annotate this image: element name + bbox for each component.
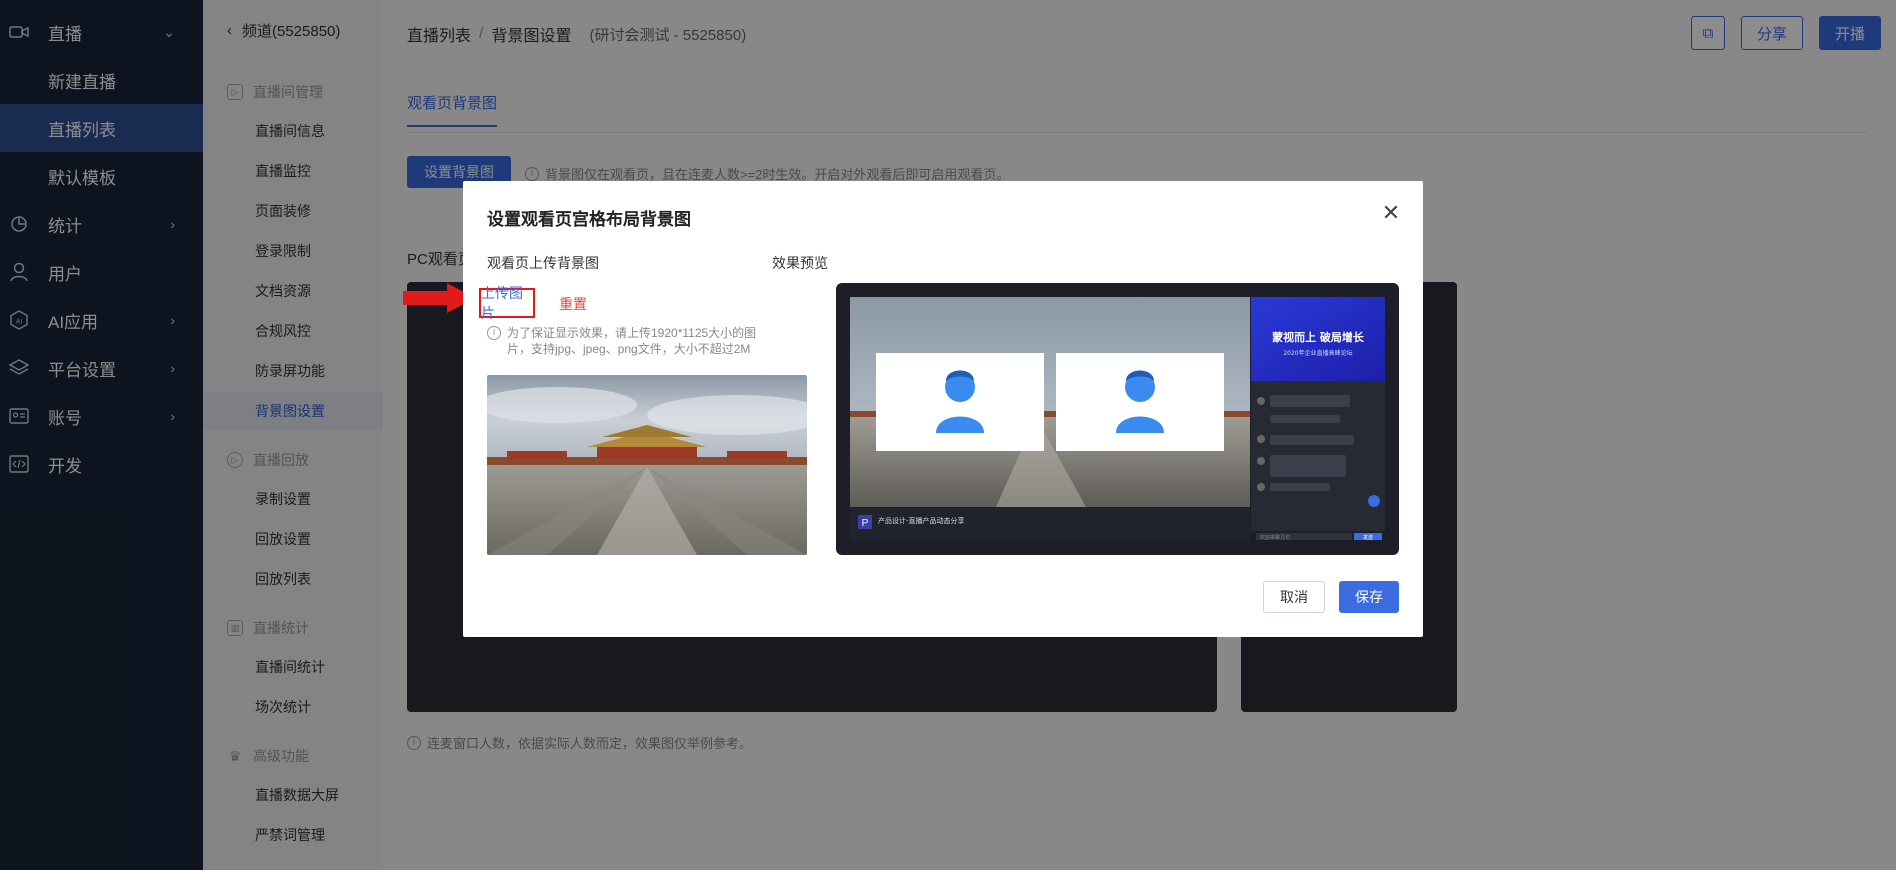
preview-banner-title: 蒙视而上 破局增长 xyxy=(1272,330,1365,344)
preview-title: 产品设计-直播产品动态分享 xyxy=(878,516,965,525)
effect-preview: P 产品设计-直播产品动态分享 蒙视而上 破局增长 2020年企业直播高峰论坛 xyxy=(836,283,1399,555)
svg-text:P: P xyxy=(862,518,869,529)
preview-chat-input: 欢迎来聊几句 xyxy=(1260,534,1290,541)
preview-banner-sub: 2020年企业直播高峰论坛 xyxy=(1283,349,1352,357)
close-icon[interactable]: ✕ xyxy=(1379,200,1403,225)
save-button[interactable]: 保存 xyxy=(1339,581,1399,613)
reset-link[interactable]: 重置 xyxy=(559,294,587,314)
upload-label: 观看页上传背景图 xyxy=(487,255,599,271)
cancel-button[interactable]: 取消 xyxy=(1263,581,1325,613)
uploaded-background-image xyxy=(487,375,807,555)
preview-label: 效果预览 xyxy=(772,255,828,271)
upload-hint: i 为了保证显示效果，请上传1920*1125大小的图片，支持jpg、jpeg、… xyxy=(487,325,757,357)
modal-title: 设置观看页宫格布局背景图 xyxy=(487,210,691,229)
upload-image-link[interactable]: 上传图片 xyxy=(479,285,535,321)
info-icon: i xyxy=(487,326,501,340)
preview-send: 发送 xyxy=(1363,534,1373,541)
background-settings-modal: 设置观看页宫格布局背景图 ✕ 观看页上传背景图 上传图片 重置 i 为了保证显示… xyxy=(463,181,1423,637)
